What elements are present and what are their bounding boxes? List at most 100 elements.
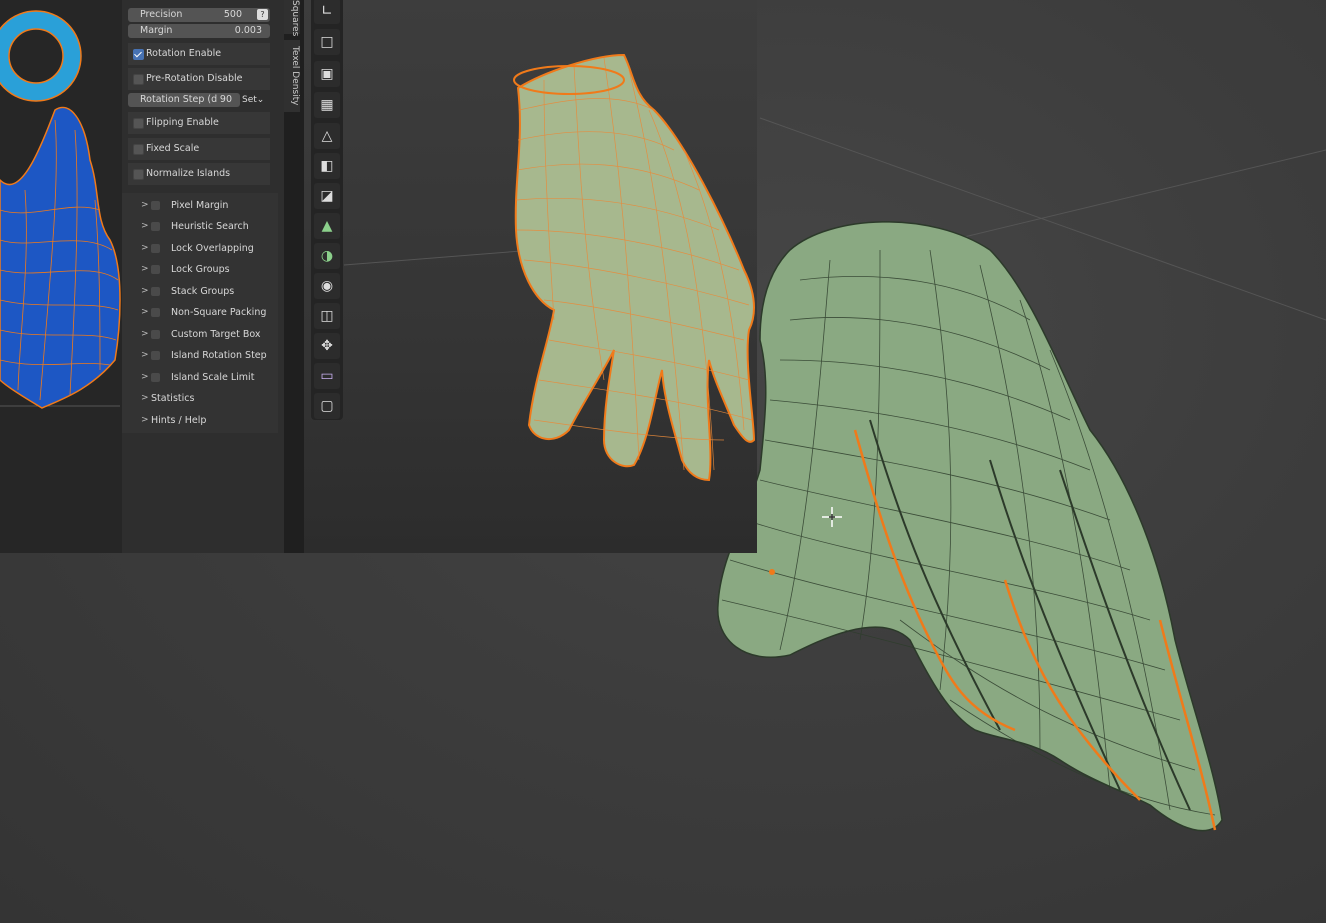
uv-island-ring[interactable] (0, 10, 82, 102)
tab-texel-density[interactable]: Texel Density (284, 40, 300, 112)
checkbox-icon[interactable] (151, 373, 160, 382)
hand-mesh-selected[interactable] (513, 53, 756, 482)
sidebar-tabs: Squares Texel Density (284, 0, 304, 553)
rotation-enable-label: Rotation Enable (146, 48, 222, 59)
subpanel-heuristic-search[interactable]: > Heuristic Search (122, 216, 277, 237)
checkbox-icon[interactable] (151, 351, 160, 360)
checkbox-icon[interactable] (151, 222, 160, 231)
margin-label: Margin (140, 25, 173, 36)
inset-3d-viewport[interactable] (304, 0, 757, 553)
checkbox-icon[interactable] (151, 287, 160, 296)
tool-shelf: ∟ □ ▣ ▦ △ ◧ ◪ ▲ ◑ ◉ ◫ ✥ ▭ ▢ (311, 0, 343, 420)
shrink-fatten-icon[interactable]: ✥ (314, 333, 340, 359)
extrude-icon[interactable]: ▣ (314, 61, 340, 87)
spin-icon[interactable]: ◑ (314, 243, 340, 269)
chevron-right-icon: > (141, 372, 149, 382)
help-icon[interactable]: ? (257, 9, 268, 20)
uv-island-hand[interactable] (0, 106, 121, 409)
precision-label: Precision (140, 9, 183, 20)
rotation-step-label: Rotation Step (d (140, 94, 218, 105)
inset-viewport-scene (343, 53, 756, 482)
checkbox-checked-icon[interactable] (133, 49, 144, 60)
panel-statistics[interactable]: > Statistics (122, 388, 277, 409)
smooth-icon[interactable]: ◉ (314, 273, 340, 299)
flipping-enable-checkbox[interactable]: Flipping Enable (128, 112, 270, 134)
checkbox-icon[interactable] (133, 144, 144, 155)
knife-icon[interactable]: ◪ (314, 183, 340, 209)
rip-icon[interactable]: ▢ (314, 393, 340, 419)
panel-hints-help[interactable]: > Hints / Help (122, 410, 277, 431)
uv-editor[interactable] (0, 0, 122, 553)
rotation-step-value: 90 (219, 94, 232, 105)
subpanel-lock-groups[interactable]: > Lock Groups (122, 259, 277, 280)
subpanel-lock-overlapping[interactable]: > Lock Overlapping (122, 238, 277, 259)
subpanel-label: Stack Groups (171, 286, 235, 297)
subpanel-label: Pixel Margin (171, 200, 229, 211)
precision-field[interactable]: Precision 500 ? (128, 8, 270, 22)
precision-value: 500 (223, 9, 242, 20)
chevron-down-icon: ⌄ (256, 95, 265, 105)
subpanel-list: > Pixel Margin > Heuristic Search > Lock Ov… (122, 193, 278, 433)
subpanel-non-square-packing[interactable]: > Non-Square Packing (122, 302, 277, 323)
hand-mesh-large[interactable] (717, 221, 1223, 832)
chevron-right-icon: > (141, 350, 149, 360)
normalize-islands-checkbox[interactable]: Normalize Islands (128, 163, 270, 185)
subpanel-label: Lock Overlapping (171, 243, 254, 254)
checkbox-icon[interactable] (151, 308, 160, 317)
subpanel-island-scale-limit[interactable]: > Island Scale Limit (122, 367, 277, 388)
pre-rotation-disable-checkbox[interactable]: Pre-Rotation Disable (128, 68, 270, 90)
chevron-right-icon: > (141, 329, 149, 339)
checkbox-icon[interactable] (151, 201, 160, 210)
flipping-enable-label: Flipping Enable (146, 117, 219, 128)
checkbox-icon[interactable] (151, 244, 160, 253)
shear-icon[interactable]: ▭ (314, 363, 340, 389)
add-cube-icon[interactable]: □ (314, 29, 340, 55)
margin-field[interactable]: Margin 0.003 (128, 24, 270, 38)
chevron-right-icon: > (141, 286, 149, 296)
subpanel-pixel-margin[interactable]: > Pixel Margin (122, 195, 277, 216)
chevron-right-icon: > (141, 393, 149, 403)
uv-islands (0, 10, 121, 409)
subpanel-label: Lock Groups (171, 264, 230, 275)
rotation-enable-checkbox[interactable]: Rotation Enable (128, 43, 270, 65)
inset-icon[interactable]: ▦ (314, 92, 340, 118)
subpanel-stack-groups[interactable]: > Stack Groups (122, 281, 277, 302)
rotation-step-set-dropdown[interactable]: Set⌄ (242, 93, 270, 107)
crosshair-cursor-icon (822, 507, 842, 527)
checkbox-icon[interactable] (151, 265, 160, 274)
subpanel-label: Custom Target Box (171, 329, 261, 340)
pre-rotation-disable-label: Pre-Rotation Disable (146, 73, 243, 84)
subpanel-label: Island Rotation Step (171, 350, 267, 361)
panel-label: Hints / Help (151, 415, 207, 426)
normalize-islands-label: Normalize Islands (146, 168, 231, 179)
measure-icon[interactable]: ∟ (314, 0, 340, 24)
checkbox-icon[interactable] (151, 330, 160, 339)
margin-value: 0.003 (234, 25, 262, 36)
subpanel-island-rotation-step[interactable]: > Island Rotation Step (122, 345, 277, 366)
subpanel-label: Heuristic Search (171, 221, 249, 232)
subpanel-label: Non-Square Packing (171, 307, 267, 318)
inset-blender-window: Precision 500 ? Margin 0.003 Rotation En… (0, 0, 757, 553)
fixed-scale-checkbox[interactable]: Fixed Scale (128, 138, 270, 160)
checkbox-icon[interactable] (133, 74, 144, 85)
subpanel-label: Island Scale Limit (171, 372, 255, 383)
chevron-right-icon: > (141, 264, 149, 274)
subpanel-custom-target-box[interactable]: > Custom Target Box (122, 324, 277, 345)
loop-cut-icon[interactable]: ◧ (314, 153, 340, 179)
set-label: Set (242, 95, 257, 105)
rotation-step-field[interactable]: Rotation Step (d 90 (128, 93, 240, 107)
chevron-right-icon: > (141, 221, 149, 231)
panel-label: Statistics (151, 393, 195, 404)
tab-squares[interactable]: Squares (284, 0, 300, 36)
bevel-icon[interactable]: △ (314, 123, 340, 149)
chevron-right-icon: > (141, 307, 149, 317)
uvpackmaster-sidebar-panel: Precision 500 ? Margin 0.003 Rotation En… (122, 0, 284, 553)
poly-build-icon[interactable]: ▲ (314, 213, 340, 239)
grid-axis-line (959, 149, 1326, 239)
checkbox-icon[interactable] (133, 118, 144, 129)
chevron-right-icon: > (141, 200, 149, 210)
edge-slide-icon[interactable]: ◫ (314, 303, 340, 329)
chevron-right-icon: > (141, 415, 149, 425)
checkbox-icon[interactable] (133, 169, 144, 180)
fixed-scale-label: Fixed Scale (146, 143, 200, 154)
